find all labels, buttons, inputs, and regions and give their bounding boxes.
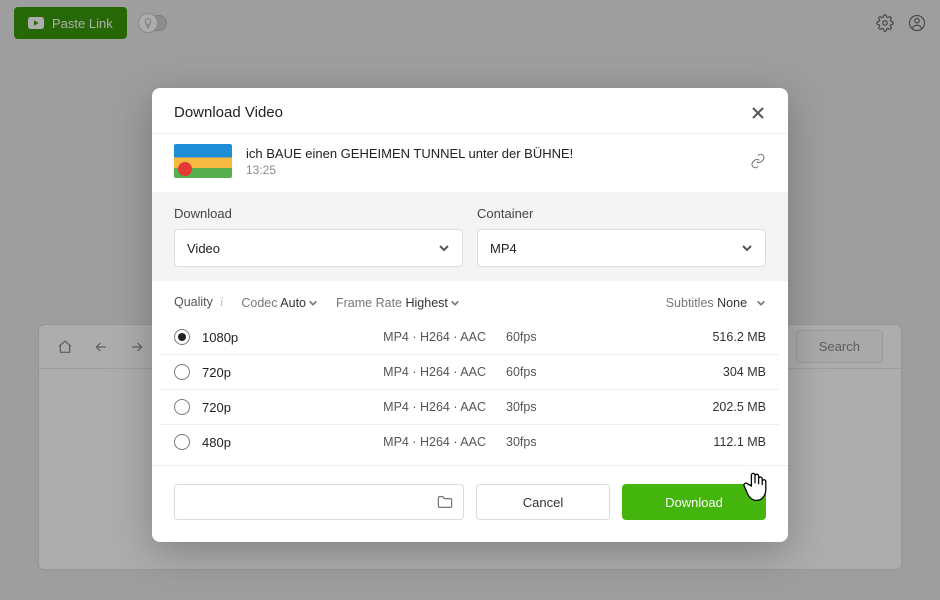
quality-size: 112.1 MB [713,435,766,449]
radio-icon[interactable] [174,364,190,380]
container-select[interactable]: MP4 [477,229,766,267]
radio-icon[interactable] [174,399,190,415]
modal-footer: Cancel Download [152,465,788,542]
filter-row: Quality i Codec Auto Frame Rate Highest … [152,281,788,320]
quality-fps: 30fps [486,400,558,414]
cancel-button[interactable]: Cancel [476,484,610,520]
video-title: ich BAUE einen GEHEIMEN TUNNEL unter der… [246,146,736,161]
codec-filter[interactable]: Codec Auto [241,296,318,310]
quality-codec: MP4 · H264 · AAC [378,435,486,449]
chevron-down-icon [741,242,753,254]
video-duration: 13:25 [246,163,736,177]
quality-row[interactable]: 1080pMP4 · H264 · AAC60fps 516.2 MB [160,320,780,354]
quality-size: 516.2 MB [712,330,766,344]
link-icon[interactable] [750,153,766,169]
quality-resolution: 480p [202,435,378,450]
quality-codec: MP4 · H264 · AAC [378,365,486,379]
download-type-select[interactable]: Video [174,229,463,267]
subtitles-filter[interactable]: Subtitles None [666,296,766,310]
container-label: Container [477,206,766,221]
quality-codec: MP4 · H264 · AAC [378,330,486,344]
quality-resolution: 720p [202,400,378,415]
quality-resolution: 1080p [202,330,378,345]
download-dropdown-group: Download Video [174,206,463,267]
video-info-row: ich BAUE einen GEHEIMEN TUNNEL unter der… [152,133,788,192]
radio-icon[interactable] [174,329,190,345]
download-type-value: Video [187,241,220,256]
quality-row[interactable]: 720pMP4 · H264 · AAC60fps 304 MB [160,354,780,389]
dropdown-row: Download Video Container MP4 [174,206,766,267]
quality-label: Quality i [174,295,223,310]
folder-icon [437,495,453,509]
video-meta: ich BAUE einen GEHEIMEN TUNNEL unter der… [246,146,736,177]
quality-fps: 60fps [486,365,558,379]
controls-band: Download Video Container MP4 [152,192,788,281]
quality-size: 202.5 MB [712,400,766,414]
quality-fps: 30fps [486,435,558,449]
modal-header: Download Video [152,88,788,133]
chevron-down-icon [308,298,318,308]
quality-resolution: 720p [202,365,378,380]
download-video-modal: Download Video ich BAUE einen GEHEIMEN T… [152,88,788,542]
quality-codec: MP4 · H264 · AAC [378,400,486,414]
quality-fps: 60fps [486,330,558,344]
radio-icon[interactable] [174,434,190,450]
info-icon[interactable]: i [220,295,223,309]
container-dropdown-group: Container MP4 [477,206,766,267]
chevron-down-icon [756,298,766,308]
output-folder-input[interactable] [174,484,464,520]
quality-list: 1080pMP4 · H264 · AAC60fps516.2 MB720pMP… [152,320,788,459]
close-icon[interactable] [750,105,766,121]
quality-row[interactable]: 720pMP4 · H264 · AAC30fps 202.5 MB [160,389,780,424]
container-value: MP4 [490,241,517,256]
framerate-filter[interactable]: Frame Rate Highest [336,296,460,310]
download-label: Download [174,206,463,221]
chevron-down-icon [450,298,460,308]
download-button[interactable]: Download [622,484,766,520]
quality-size: 304 MB [723,365,766,379]
video-thumbnail [174,144,232,178]
quality-row[interactable]: 480pMP4 · H264 · AAC30fps 112.1 MB [160,424,780,459]
chevron-down-icon [438,242,450,254]
modal-title: Download Video [174,104,283,121]
